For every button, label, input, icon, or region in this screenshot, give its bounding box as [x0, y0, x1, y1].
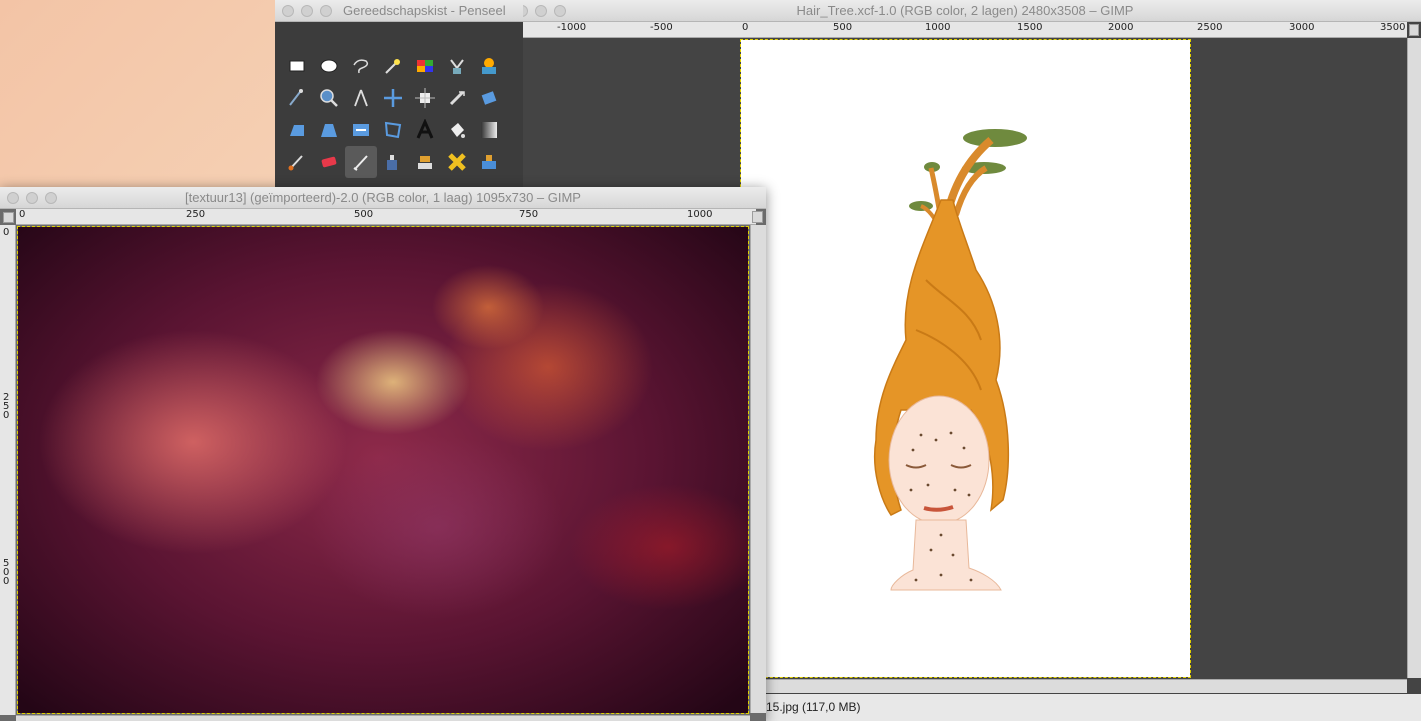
- toolbox-titlebar[interactable]: Gereedschapskist - Penseel: [275, 0, 523, 22]
- vertical-scrollbar[interactable]: [1407, 38, 1421, 678]
- cage-transform-icon[interactable]: [377, 114, 409, 146]
- hair-window-titlebar[interactable]: Hair_Tree.xcf-1.0 (RGB color, 2 lagen) 2…: [509, 0, 1421, 22]
- scissors-select-icon[interactable]: [441, 50, 473, 82]
- zoom-toggle-icon[interactable]: [752, 211, 763, 223]
- ruler-label: 500: [833, 22, 853, 33]
- measure-icon[interactable]: [345, 82, 377, 114]
- ruler-label: 3000: [1289, 22, 1315, 33]
- scale-icon[interactable]: [345, 114, 377, 146]
- ruler-label: 1000: [925, 22, 951, 33]
- ruler-label: 0: [3, 227, 10, 238]
- ruler-label: 0: [19, 209, 26, 220]
- text-icon[interactable]: [409, 114, 441, 146]
- horizontal-ruler[interactable]: 0 250 500 750 1000: [16, 209, 756, 225]
- vertical-ruler[interactable]: 0 2 5 0 5 0 0: [0, 225, 16, 715]
- ruler-label: -500: [650, 22, 673, 33]
- lasso-icon[interactable]: [345, 50, 377, 82]
- flip-icon[interactable]: [313, 114, 345, 146]
- ruler-label: 1000: [687, 209, 713, 220]
- fuzzy-select-icon[interactable]: [377, 50, 409, 82]
- toolbox-title: Gereedschapskist - Penseel: [343, 3, 506, 18]
- texture-window-titlebar[interactable]: [textuur13] (geïmporteerd)-2.0 (RGB colo…: [0, 187, 766, 209]
- face: [888, 395, 990, 525]
- texture-canvas[interactable]: [17, 226, 749, 714]
- texture-window[interactable]: [textuur13] (geïmporteerd)-2.0 (RGB colo…: [0, 187, 766, 721]
- eraser-icon[interactable]: [313, 146, 345, 178]
- menu-arrow-icon[interactable]: [3, 212, 14, 223]
- texture-window-title: [textuur13] (geïmporteerd)-2.0 (RGB colo…: [185, 190, 581, 205]
- move-icon[interactable]: [377, 82, 409, 114]
- ruler-label: 750: [519, 209, 539, 220]
- zoom-icon[interactable]: [313, 82, 345, 114]
- ruler-label: 2000: [1108, 22, 1134, 33]
- hair-tree-canvas[interactable]: [740, 39, 1191, 678]
- ruler-label: 3500: [1380, 22, 1406, 33]
- align-icon[interactable]: [409, 82, 441, 114]
- gradient-icon[interactable]: [473, 114, 505, 146]
- rect-select-icon[interactable]: [281, 50, 313, 82]
- crop-icon[interactable]: [441, 82, 473, 114]
- vertical-scrollbar[interactable]: [750, 225, 766, 713]
- ellipse-select-icon[interactable]: [313, 50, 345, 82]
- perspective-icon[interactable]: [281, 114, 313, 146]
- hair-window-title: Hair_Tree.xcf-1.0 (RGB color, 2 lagen) 2…: [796, 3, 1134, 18]
- airbrush-icon[interactable]: [345, 146, 377, 178]
- zoom-toggle-icon[interactable]: [1409, 24, 1419, 36]
- heal-icon[interactable]: [441, 146, 473, 178]
- horizontal-scrollbar[interactable]: [764, 679, 1407, 693]
- ink-icon[interactable]: [377, 146, 409, 178]
- ruler-label: 1500: [1017, 22, 1043, 33]
- ruler-label: 250: [186, 209, 206, 220]
- smudge-icon[interactable]: [473, 146, 505, 178]
- ruler-label: 500: [354, 209, 374, 220]
- ruler-label: 2500: [1197, 22, 1223, 33]
- foreground-select-icon[interactable]: [473, 50, 505, 82]
- ruler-label: 0: [3, 410, 10, 421]
- status-bar: 15.jpg (117,0 MB): [764, 694, 1421, 721]
- horizontal-scrollbar[interactable]: [16, 715, 750, 721]
- bucket-fill-icon[interactable]: [441, 114, 473, 146]
- ruler-label: -1000: [557, 22, 587, 33]
- neck: [890, 519, 1002, 591]
- tree-top: [963, 129, 1027, 147]
- ruler-label: 0: [742, 22, 749, 33]
- toolbox-window[interactable]: Gereedschapskist - Penseel: [275, 0, 523, 190]
- clone-icon[interactable]: [409, 146, 441, 178]
- paths-icon[interactable]: [281, 82, 313, 114]
- paintbrush-icon[interactable]: [281, 146, 313, 178]
- ruler-label: 0: [3, 576, 10, 587]
- horizontal-ruler[interactable]: -1000 -500 0 500 1000 1500 2000 2500 300…: [523, 22, 1407, 38]
- color-select-icon[interactable]: [409, 50, 441, 82]
- rotate-icon[interactable]: [473, 82, 505, 114]
- hair-tree-illustration: [873, 129, 1027, 591]
- tool-grid: [281, 50, 505, 178]
